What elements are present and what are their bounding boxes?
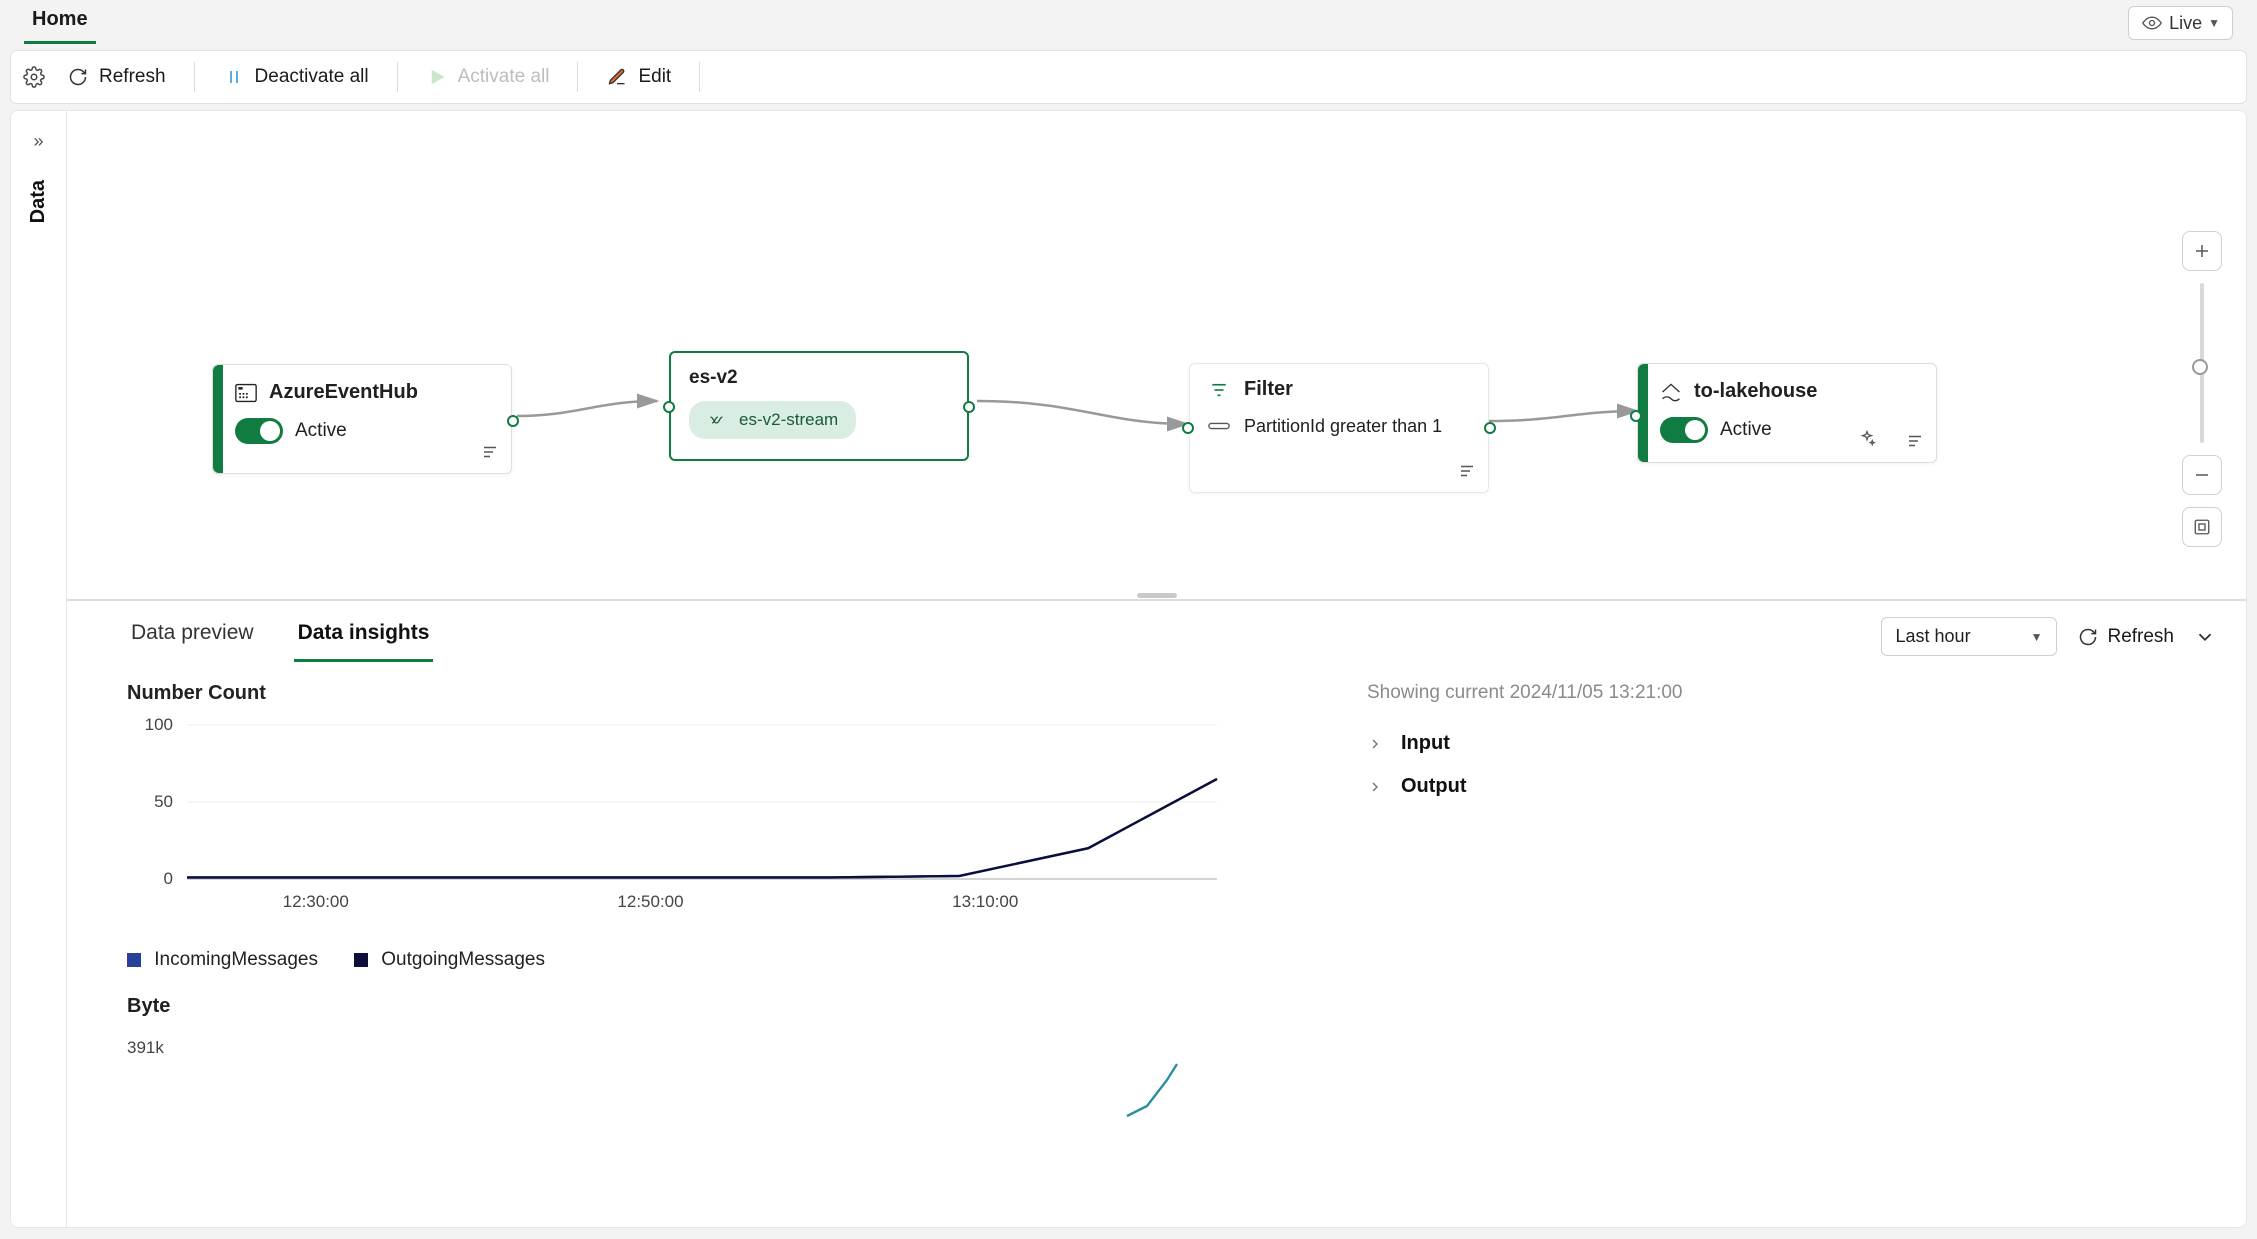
deactivate-all-button[interactable]: Deactivate all: [209, 58, 383, 96]
expand-output-section[interactable]: Output: [1367, 765, 2206, 808]
timestamp-value: 2024/11/05 13:21:00: [1510, 682, 1683, 703]
output-port[interactable]: [507, 415, 519, 427]
zoom-in-button[interactable]: [2182, 231, 2222, 271]
node-active-toggle[interactable]: [1660, 417, 1708, 443]
condition-icon: [1208, 415, 1230, 437]
legend-incoming-label: IncomingMessages: [154, 949, 318, 970]
input-port[interactable]: [663, 401, 675, 413]
legend-outgoing-label: OutgoingMessages: [381, 949, 545, 970]
stream-pill-label: es-v2-stream: [739, 410, 838, 430]
timestamp-prefix: Showing current: [1367, 682, 1510, 703]
chart-number-count: 0 50 100 12:30:00 12:50:00 13:10:00: [127, 715, 1247, 935]
edit-label: Edit: [638, 66, 671, 88]
input-port[interactable]: [1630, 410, 1642, 422]
edit-icon: [606, 66, 628, 88]
output-section-label: Output: [1401, 775, 1467, 798]
eye-icon: [2141, 12, 2163, 34]
refresh-icon: [2077, 626, 2099, 648]
toolbar-separator: [577, 62, 578, 92]
refresh-button[interactable]: Refresh: [53, 58, 180, 96]
node-title-text: AzureEventHub: [269, 381, 418, 404]
lakehouse-icon: [1660, 381, 1682, 403]
node-title-text: Filter: [1244, 378, 1293, 401]
node-menu-button[interactable]: [1458, 462, 1476, 480]
node-status-text: Active: [295, 420, 347, 442]
node-es-v2[interactable]: es-v2 es-v2-stream: [669, 351, 969, 461]
sparkle-icon[interactable]: [1858, 430, 1876, 448]
bottom-refresh-label: Refresh: [2107, 626, 2174, 648]
chart-title-number-count: Number Count: [127, 682, 1247, 705]
toolbar-separator: [194, 62, 195, 92]
zoom-out-button[interactable]: [2182, 455, 2222, 495]
input-section-label: Input: [1401, 732, 1450, 755]
deactivate-all-label: Deactivate all: [255, 66, 369, 88]
chevron-down-icon: ▼: [2031, 630, 2043, 644]
chevron-right-icon: [1367, 736, 1383, 752]
node-title-text: to-lakehouse: [1694, 380, 1817, 403]
node-status-text: Active: [1720, 419, 1772, 441]
node-status-stripe: [213, 365, 223, 473]
edit-button[interactable]: Edit: [592, 58, 685, 96]
svg-text:50: 50: [154, 792, 173, 811]
left-sidebar: » Data: [11, 111, 67, 1227]
legend-outgoing: OutgoingMessages: [354, 949, 545, 971]
svg-text:12:30:00: 12:30:00: [283, 892, 349, 911]
node-menu-button[interactable]: [1906, 432, 1924, 450]
bottom-refresh-button[interactable]: Refresh: [2077, 626, 2174, 648]
chevron-right-icon: [1367, 779, 1383, 795]
node-filter[interactable]: Filter PartitionId greater than 1: [1189, 363, 1489, 493]
svg-text:100: 100: [145, 715, 173, 734]
output-port[interactable]: [963, 401, 975, 413]
node-active-toggle[interactable]: [235, 418, 283, 444]
output-port[interactable]: [1484, 422, 1496, 434]
refresh-icon: [67, 66, 89, 88]
flow-canvas[interactable]: [67, 111, 2246, 591]
tab-data-insights[interactable]: Data insights: [294, 611, 434, 662]
svg-text:13:10:00: 13:10:00: [952, 892, 1018, 911]
filter-icon: [1208, 379, 1230, 401]
panel-resize-handle[interactable]: [67, 591, 2246, 599]
node-menu-button[interactable]: [481, 443, 499, 461]
timerange-label: Last hour: [1896, 626, 1971, 647]
toolbar-separator: [699, 62, 700, 92]
stream-icon: [707, 409, 729, 431]
filter-condition-text: PartitionId greater than 1: [1244, 416, 1442, 437]
settings-button[interactable]: [23, 66, 45, 88]
eventhub-icon: [235, 382, 257, 404]
toolbar: Refresh Deactivate all Activate all: [10, 50, 2247, 104]
collapse-panel-button[interactable]: [2194, 626, 2216, 648]
live-mode-label: Live: [2169, 13, 2202, 34]
ribbon-tab-home[interactable]: Home: [24, 0, 96, 44]
tab-data-preview[interactable]: Data preview: [127, 611, 258, 662]
legend-swatch-icon: [354, 953, 368, 967]
zoom-slider[interactable]: [2200, 283, 2204, 443]
caret-down-icon: ▼: [2208, 16, 2220, 30]
activate-all-button: Activate all: [412, 58, 564, 96]
chart-title-byte: Byte: [127, 995, 1247, 1018]
byte-ytick: 391k: [127, 1038, 1247, 1058]
node-title-text: es-v2: [689, 367, 949, 389]
timerange-dropdown[interactable]: Last hour ▼: [1881, 617, 2058, 656]
pause-icon: [223, 66, 245, 88]
zoom-slider-thumb[interactable]: [2192, 359, 2208, 375]
stream-pill[interactable]: es-v2-stream: [689, 401, 856, 439]
activate-all-label: Activate all: [458, 66, 550, 88]
node-to-lakehouse[interactable]: to-lakehouse Active: [1637, 363, 1937, 463]
legend-swatch-icon: [127, 953, 141, 967]
sidebar-data-label: Data: [27, 180, 50, 223]
svg-text:0: 0: [164, 869, 173, 888]
input-port[interactable]: [1182, 422, 1194, 434]
fit-to-screen-button[interactable]: [2182, 507, 2222, 547]
expand-input-section[interactable]: Input: [1367, 722, 2206, 765]
toolbar-separator: [397, 62, 398, 92]
refresh-label: Refresh: [99, 66, 166, 88]
chart-byte: [127, 1058, 1227, 1118]
svg-text:12:50:00: 12:50:00: [617, 892, 683, 911]
legend-incoming: IncomingMessages: [127, 949, 318, 971]
live-mode-dropdown[interactable]: Live ▼: [2128, 6, 2233, 40]
play-icon: [426, 66, 448, 88]
node-azureeventhub[interactable]: AzureEventHub Active: [212, 364, 512, 474]
insights-timestamp: Showing current 2024/11/05 13:21:00: [1367, 682, 2206, 704]
expand-sidebar-button[interactable]: »: [33, 131, 43, 152]
